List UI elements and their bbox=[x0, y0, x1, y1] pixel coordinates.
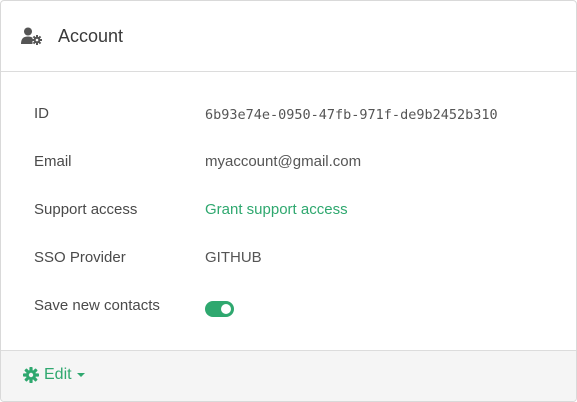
field-label: ID bbox=[34, 105, 49, 122]
edit-label: Edit bbox=[44, 366, 72, 383]
field-row-save-new-contacts: Save new contacts bbox=[1, 283, 576, 331]
save-new-contacts-toggle[interactable] bbox=[205, 301, 234, 317]
field-label: Save new contacts bbox=[34, 297, 160, 314]
account-fields: ID 6b93e74e-0950-47fb-971f-de9b2452b310 … bbox=[1, 91, 576, 331]
page-title: Account bbox=[58, 25, 124, 46]
caret-down-icon bbox=[76, 373, 85, 377]
field-label: Support access bbox=[34, 201, 138, 218]
field-row-email: Email myaccount@gmail.com bbox=[1, 139, 576, 187]
edit-dropdown-button[interactable]: Edit bbox=[23, 366, 85, 384]
card-header: Account bbox=[1, 1, 576, 72]
user-gear-icon bbox=[21, 27, 43, 45]
field-row-sso-provider: SSO Provider GITHUB bbox=[1, 235, 576, 283]
field-row-support-access: Support access Grant support access bbox=[1, 187, 576, 235]
field-label: SSO Provider bbox=[34, 249, 126, 266]
field-row-id: ID 6b93e74e-0950-47fb-971f-de9b2452b310 bbox=[1, 91, 576, 139]
gear-icon bbox=[23, 367, 39, 383]
account-id-value: 6b93e74e-0950-47fb-971f-de9b2452b310 bbox=[205, 107, 498, 123]
sso-provider-value: GITHUB bbox=[205, 249, 262, 266]
toggle-knob bbox=[221, 304, 231, 314]
account-card: Account ID 6b93e74e-0950-47fb-971f-de9b2… bbox=[0, 0, 577, 402]
grant-support-access-link[interactable]: Grant support access bbox=[205, 201, 348, 218]
card-footer: Edit bbox=[1, 350, 576, 401]
email-value: myaccount@gmail.com bbox=[205, 153, 362, 170]
field-label: Email bbox=[34, 153, 72, 170]
